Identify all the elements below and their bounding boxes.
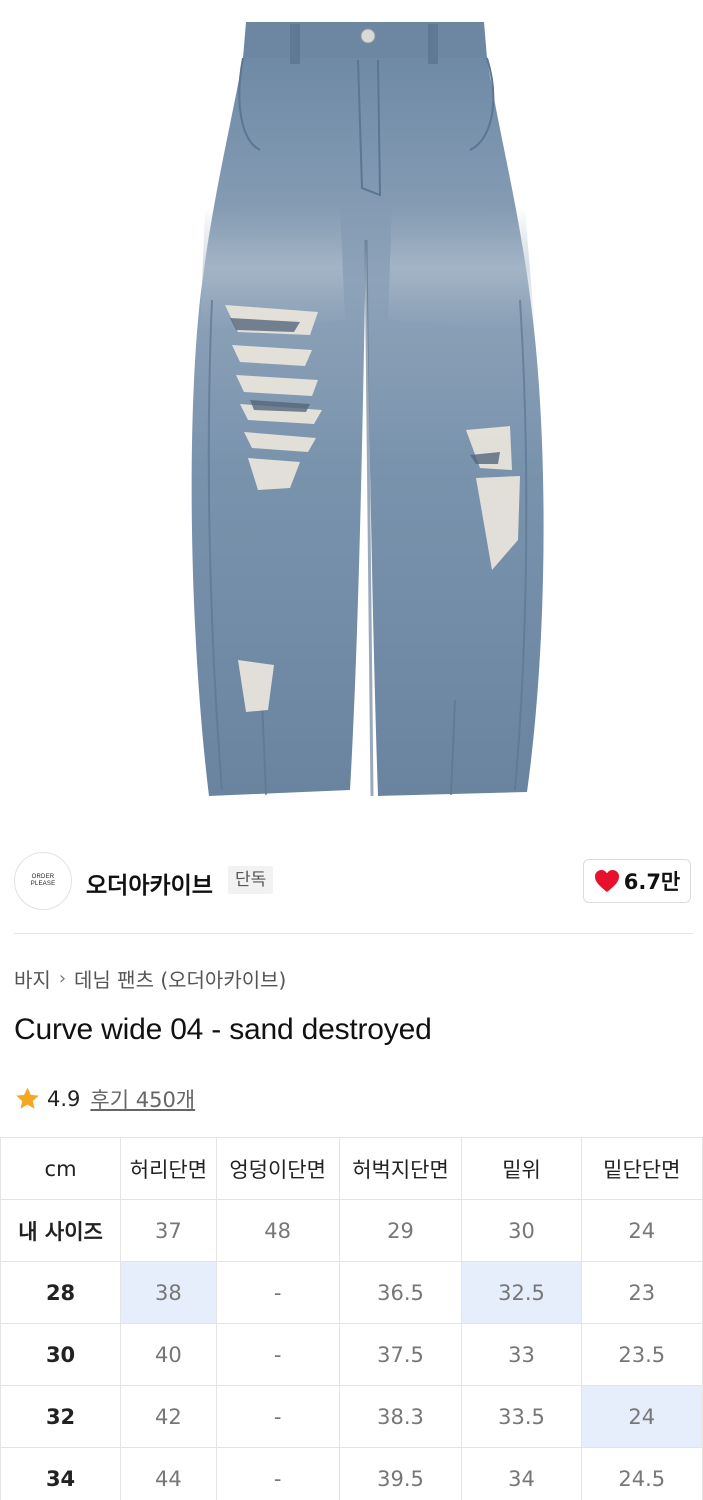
- brand-row: ORDER PLEASE 오더아카이브 단독 6.7만: [0, 850, 703, 914]
- breadcrumb: 바지 › 데님 팬츠 (오더아카이브): [14, 964, 286, 993]
- table-cell: 48: [215, 1199, 340, 1262]
- like-button[interactable]: 6.7만: [583, 859, 691, 903]
- table-cell: 37.5: [338, 1323, 463, 1386]
- table-cell-highlighted: 38: [120, 1261, 217, 1324]
- table-row: 28 38 - 36.5 32.5 23: [0, 1261, 703, 1324]
- header-thigh: 허벅지단면: [338, 1137, 463, 1200]
- breadcrumb-subcategory[interactable]: 데님 팬츠 (오더아카이브): [74, 964, 286, 993]
- table-cell: -: [215, 1385, 340, 1448]
- header-hip: 엉덩이단면: [215, 1137, 340, 1200]
- brand-logo[interactable]: ORDER PLEASE: [14, 852, 72, 910]
- product-image[interactable]: [0, 0, 703, 830]
- row-label: 28: [0, 1261, 122, 1324]
- table-cell: 39.5: [338, 1447, 463, 1500]
- table-cell: 33: [461, 1323, 582, 1386]
- table-cell: -: [215, 1261, 340, 1324]
- rating-value: 4.9: [47, 1087, 81, 1111]
- table-cell: 29: [338, 1199, 463, 1262]
- header-rise: 밑위: [461, 1137, 582, 1200]
- chevron-right-icon: ›: [58, 968, 67, 989]
- brand-logo-line2: PLEASE: [30, 881, 56, 887]
- table-cell-highlighted: 24: [580, 1385, 703, 1448]
- divider: [14, 933, 693, 934]
- table-cell: -: [215, 1323, 340, 1386]
- like-count: 6.7만: [623, 870, 681, 894]
- table-cell: 23: [580, 1261, 703, 1324]
- exclusive-badge: 단독: [228, 866, 274, 894]
- table-cell-highlighted: 32.5: [461, 1261, 582, 1324]
- breadcrumb-category[interactable]: 바지: [14, 964, 51, 993]
- table-row: 30 40 - 37.5 33 23.5: [0, 1323, 703, 1386]
- row-label: 30: [0, 1323, 122, 1386]
- table-cell: 44: [120, 1447, 217, 1500]
- table-cell: 34: [461, 1447, 582, 1500]
- header-waist: 허리단면: [120, 1137, 217, 1200]
- table-cell: 24.5: [580, 1447, 703, 1500]
- table-cell: 23.5: [580, 1323, 703, 1386]
- product-title: Curve wide 04 - sand destroyed: [14, 1013, 432, 1046]
- table-row: 34 44 - 39.5 34 24.5: [0, 1447, 703, 1500]
- table-cell: 24: [580, 1199, 703, 1262]
- header-hem: 밑단단면: [580, 1137, 703, 1200]
- table-row: 32 42 - 38.3 33.5 24: [0, 1385, 703, 1448]
- brand-logo-line1: ORDER: [31, 874, 55, 880]
- row-label: 34: [0, 1447, 122, 1500]
- size-table-header: cm 허리단면 엉덩이단면 허벅지단면 밑위 밑단단면: [0, 1137, 703, 1200]
- table-cell: 40: [120, 1323, 217, 1386]
- denim-pants-image: [191, 22, 544, 797]
- row-label: 32: [0, 1385, 122, 1448]
- table-cell: 33.5: [461, 1385, 582, 1448]
- header-cm: cm: [0, 1137, 122, 1200]
- table-cell: 38.3: [338, 1385, 463, 1448]
- table-cell: 37: [120, 1199, 217, 1262]
- table-cell: -: [215, 1447, 340, 1500]
- table-row: 내 사이즈 37 48 29 30 24: [0, 1199, 703, 1262]
- rating-row: 4.9 후기 450개: [14, 1084, 195, 1114]
- brand-name[interactable]: 오더아카이브: [86, 866, 213, 900]
- star-icon: [16, 1087, 39, 1109]
- review-link[interactable]: 후기 450개: [90, 1084, 195, 1114]
- table-cell: 30: [461, 1199, 582, 1262]
- row-label: 내 사이즈: [0, 1199, 122, 1262]
- table-cell: 42: [120, 1385, 217, 1448]
- size-table: cm 허리단면 엉덩이단면 허벅지단면 밑위 밑단단면 내 사이즈 37 48 …: [0, 1137, 703, 1500]
- table-cell: 36.5: [338, 1261, 463, 1324]
- heart-icon: [594, 870, 619, 892]
